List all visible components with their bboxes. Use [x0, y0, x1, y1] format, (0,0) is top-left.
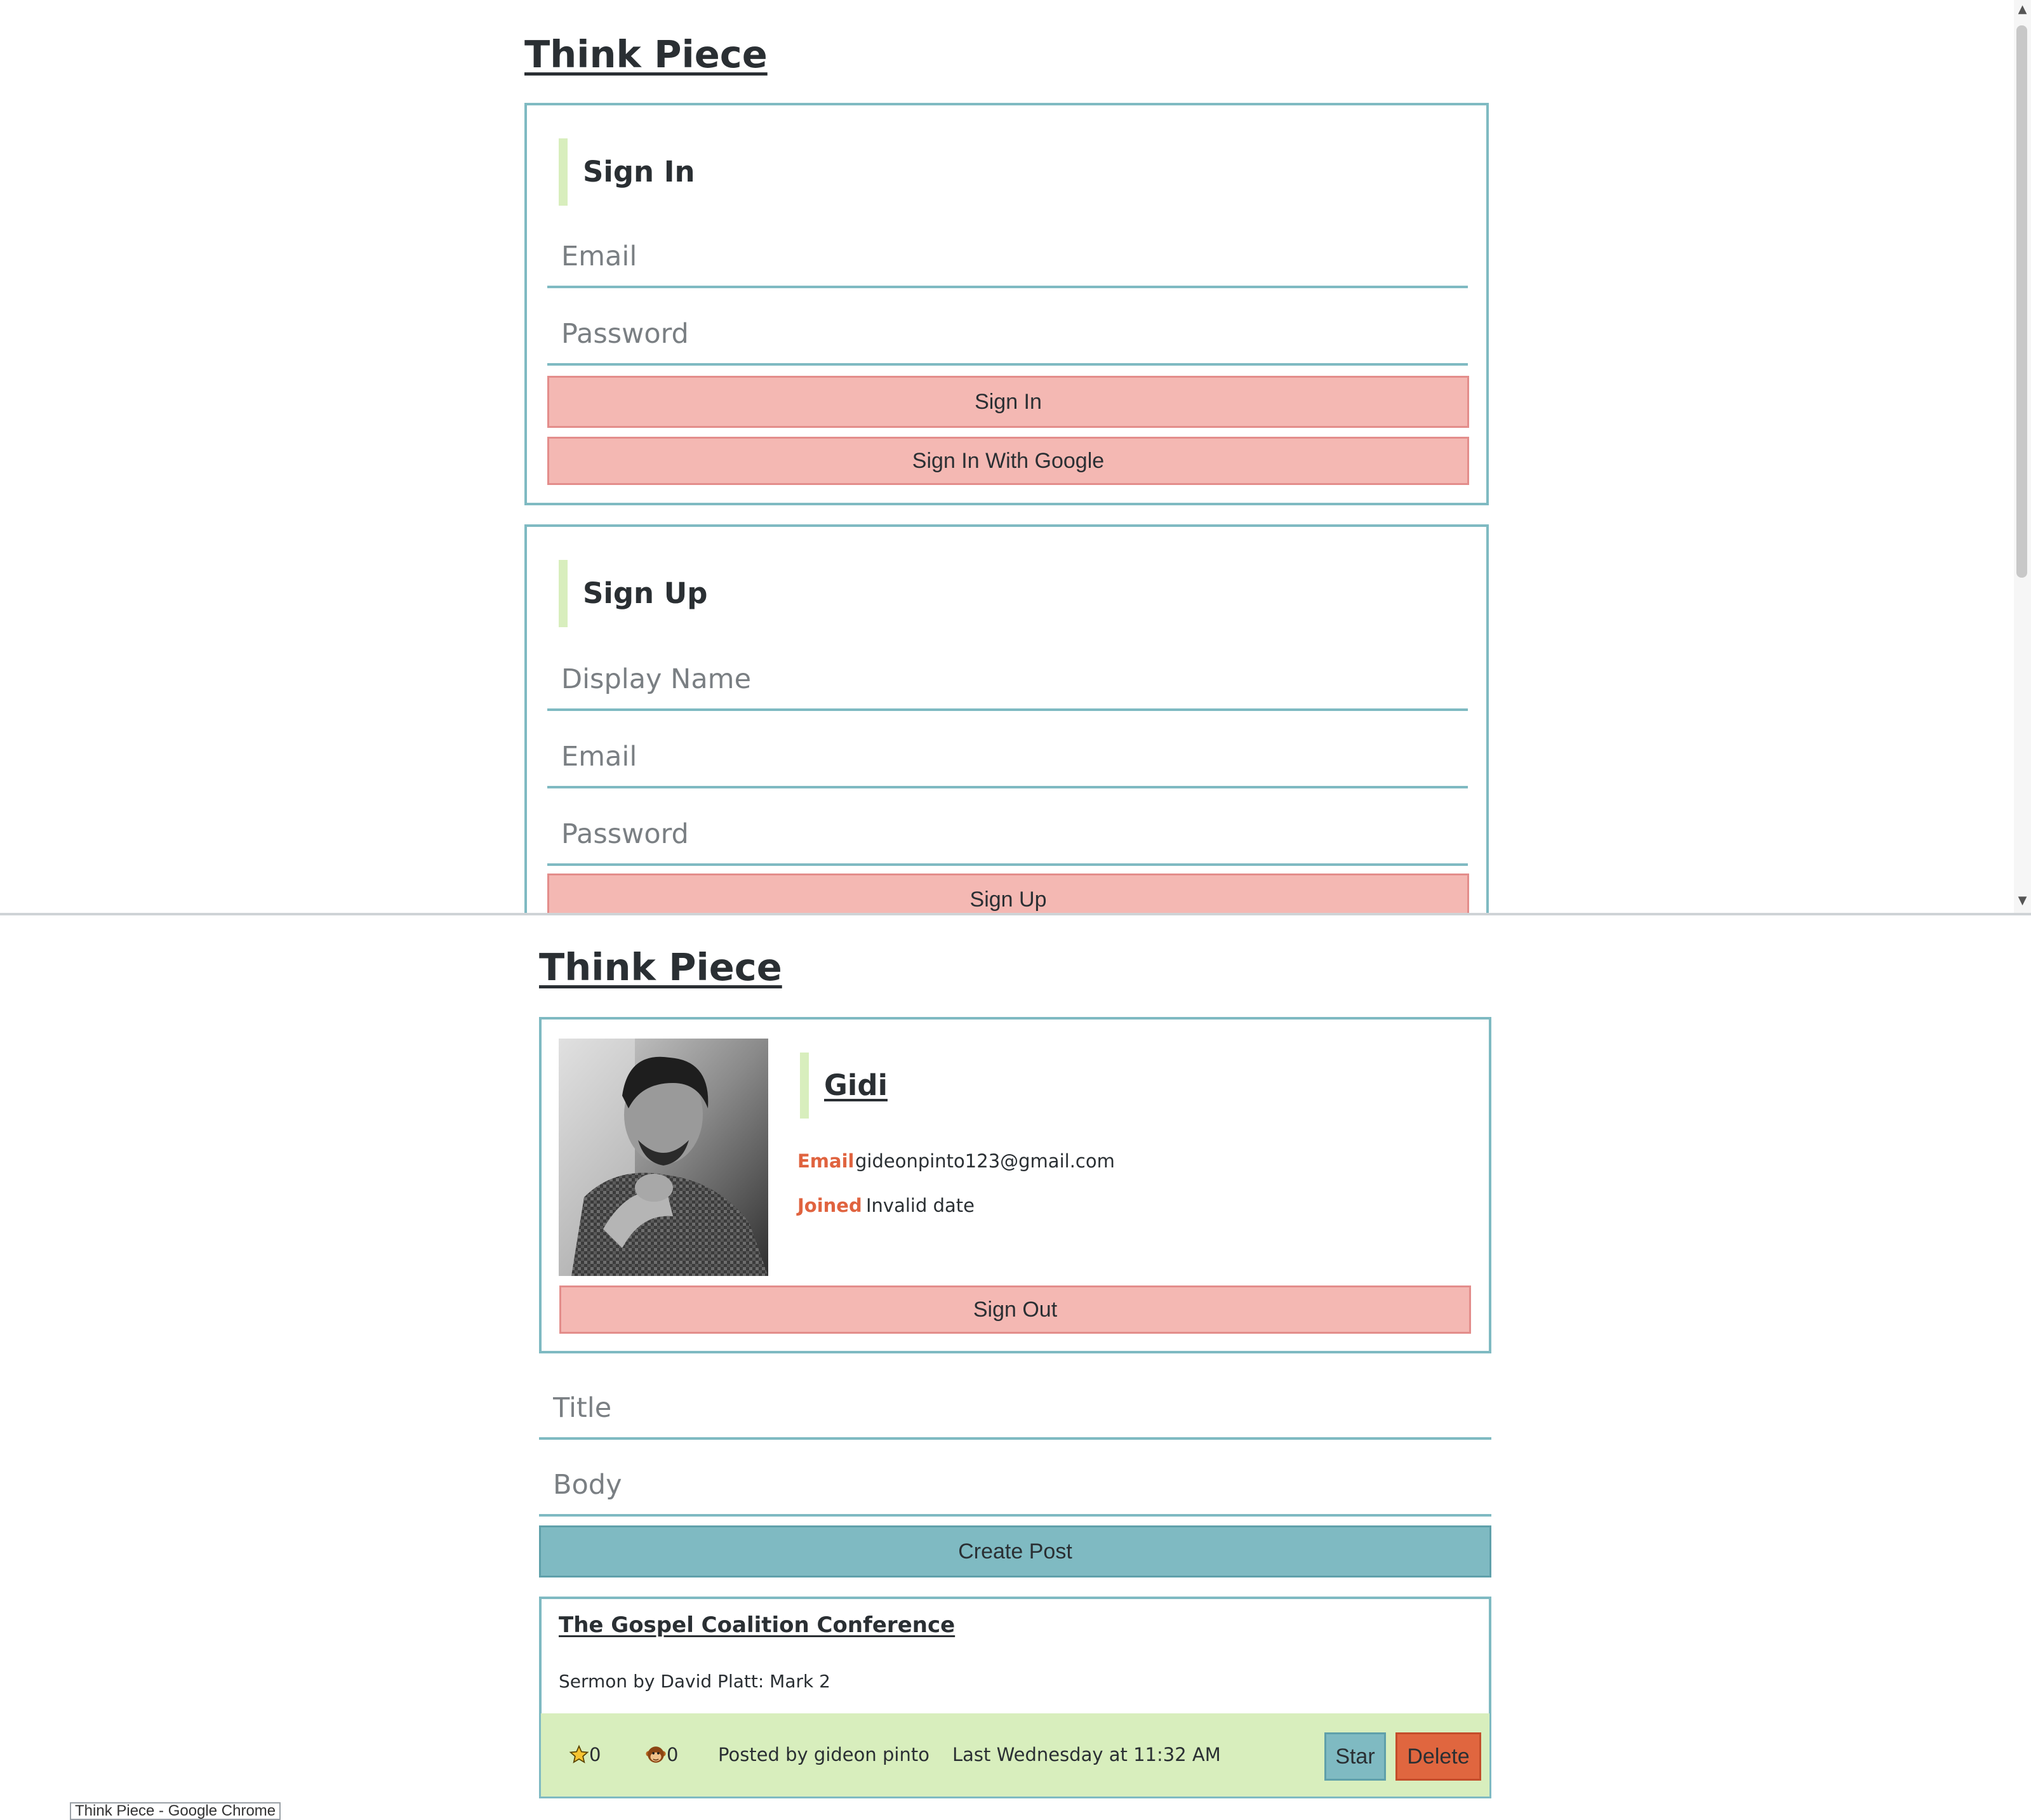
monkey-face-icon	[646, 1746, 666, 1763]
star-count-value: 0	[589, 1744, 601, 1765]
joined-value: Invalid date	[866, 1195, 975, 1216]
sign-in-with-google-button[interactable]: Sign In With Google	[547, 437, 1469, 485]
user-avatar	[559, 1039, 768, 1276]
sign-up-display-name-field[interactable]	[547, 650, 1468, 711]
page-scrollbar[interactable]: ▲ ▼	[2014, 0, 2031, 913]
post-meta-bar: 0 0 Posted by gideon pinto Last Wednesda…	[541, 1713, 1489, 1797]
comment-count: 0	[645, 1713, 678, 1797]
email-label: Email	[797, 1150, 855, 1172]
create-post-button[interactable]: Create Post	[539, 1525, 1491, 1578]
post-body: Sermon by David Platt: Mark 2	[559, 1671, 830, 1692]
sign-in-card: Sign In Sign In Sign In With Google	[524, 103, 1489, 505]
sign-up-button[interactable]: Sign Up	[547, 873, 1469, 913]
sign-up-email-field[interactable]	[547, 727, 1468, 788]
sign-up-password-field[interactable]	[547, 805, 1468, 866]
user-display-name[interactable]: Gidi	[800, 1053, 888, 1119]
app-title[interactable]: Think Piece	[539, 948, 782, 986]
sign-in-button[interactable]: Sign In	[547, 376, 1469, 428]
sign-up-card: Sign Up Sign Up	[524, 524, 1489, 913]
sign-in-password-field[interactable]	[547, 305, 1468, 366]
scroll-down-arrow-icon[interactable]: ▼	[2014, 891, 2031, 910]
email-value: gideonpinto123@gmail.com	[855, 1150, 1115, 1172]
comment-count-value: 0	[667, 1744, 679, 1765]
star-count: 0	[569, 1713, 601, 1797]
post-title-field[interactable]	[539, 1379, 1491, 1440]
star-button[interactable]: Star	[1324, 1732, 1386, 1781]
post-timestamp: Last Wednesday at 11:32 AM	[952, 1744, 1221, 1765]
taskbar-tooltip: Think Piece - Google Chrome	[70, 1802, 281, 1820]
post-body-field[interactable]	[539, 1456, 1491, 1517]
joined-label: Joined	[797, 1195, 862, 1216]
app-title[interactable]: Think Piece	[524, 36, 768, 73]
avatar-photo	[559, 1039, 768, 1276]
sign-up-heading: Sign Up	[559, 560, 708, 627]
delete-button[interactable]: Delete	[1395, 1732, 1481, 1781]
signed-in-view: Think Piece Gidi Email gideonpinto123@gm…	[0, 915, 2031, 1820]
post-title[interactable]: The Gospel Coalition Conference	[559, 1612, 955, 1638]
sign-out-button[interactable]: Sign Out	[559, 1285, 1471, 1334]
sign-in-email-field[interactable]	[547, 227, 1468, 288]
signed-out-view: Think Piece Sign In Sign In Sign In With…	[0, 0, 2031, 913]
sign-in-heading: Sign In	[559, 138, 695, 206]
post-author: Posted by gideon pinto	[718, 1744, 929, 1765]
star-icon	[569, 1744, 589, 1764]
scrollbar-thumb[interactable]	[2016, 25, 2027, 578]
scroll-up-arrow-icon[interactable]: ▲	[2014, 0, 2031, 19]
